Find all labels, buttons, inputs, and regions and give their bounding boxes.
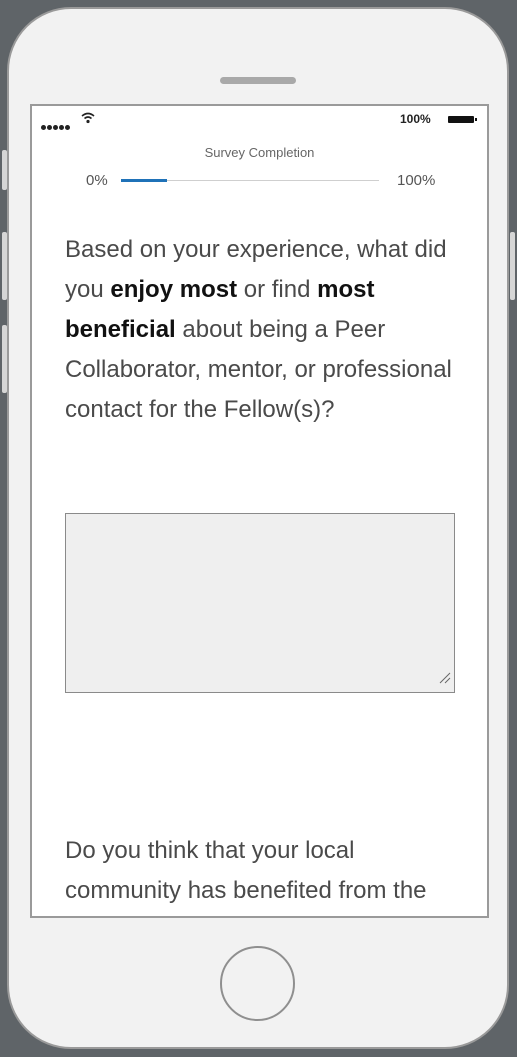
wifi-icon xyxy=(81,111,95,129)
progress-label: Survey Completion xyxy=(204,145,315,160)
question-2-text: Do you think that your local community h… xyxy=(65,837,427,904)
question-1-emphasis-1: enjoy most xyxy=(110,276,238,303)
progress-bar xyxy=(121,179,379,182)
phone-speaker xyxy=(220,77,296,84)
phone-power-button xyxy=(510,232,515,300)
progress-min-label: 0% xyxy=(86,172,108,189)
signal-icon xyxy=(41,117,71,135)
battery-icon xyxy=(448,116,477,123)
answer-1-textarea[interactable] xyxy=(65,513,455,693)
question-1-text: Based on your experience, what did you e… xyxy=(65,230,475,430)
battery-percentage: 100% xyxy=(400,112,431,126)
status-bar: 100% xyxy=(32,106,487,132)
phone-screen: 100% Survey Completion 0% 100% Based on … xyxy=(30,104,489,918)
progress-bar-fill xyxy=(121,179,168,182)
progress-max-label: 100% xyxy=(397,172,436,189)
resize-grip-icon[interactable] xyxy=(439,671,451,689)
question-1-part-2: or find xyxy=(237,276,318,303)
home-button-icon[interactable] xyxy=(220,946,295,1021)
phone-frame: 100% Survey Completion 0% 100% Based on … xyxy=(7,7,509,1049)
